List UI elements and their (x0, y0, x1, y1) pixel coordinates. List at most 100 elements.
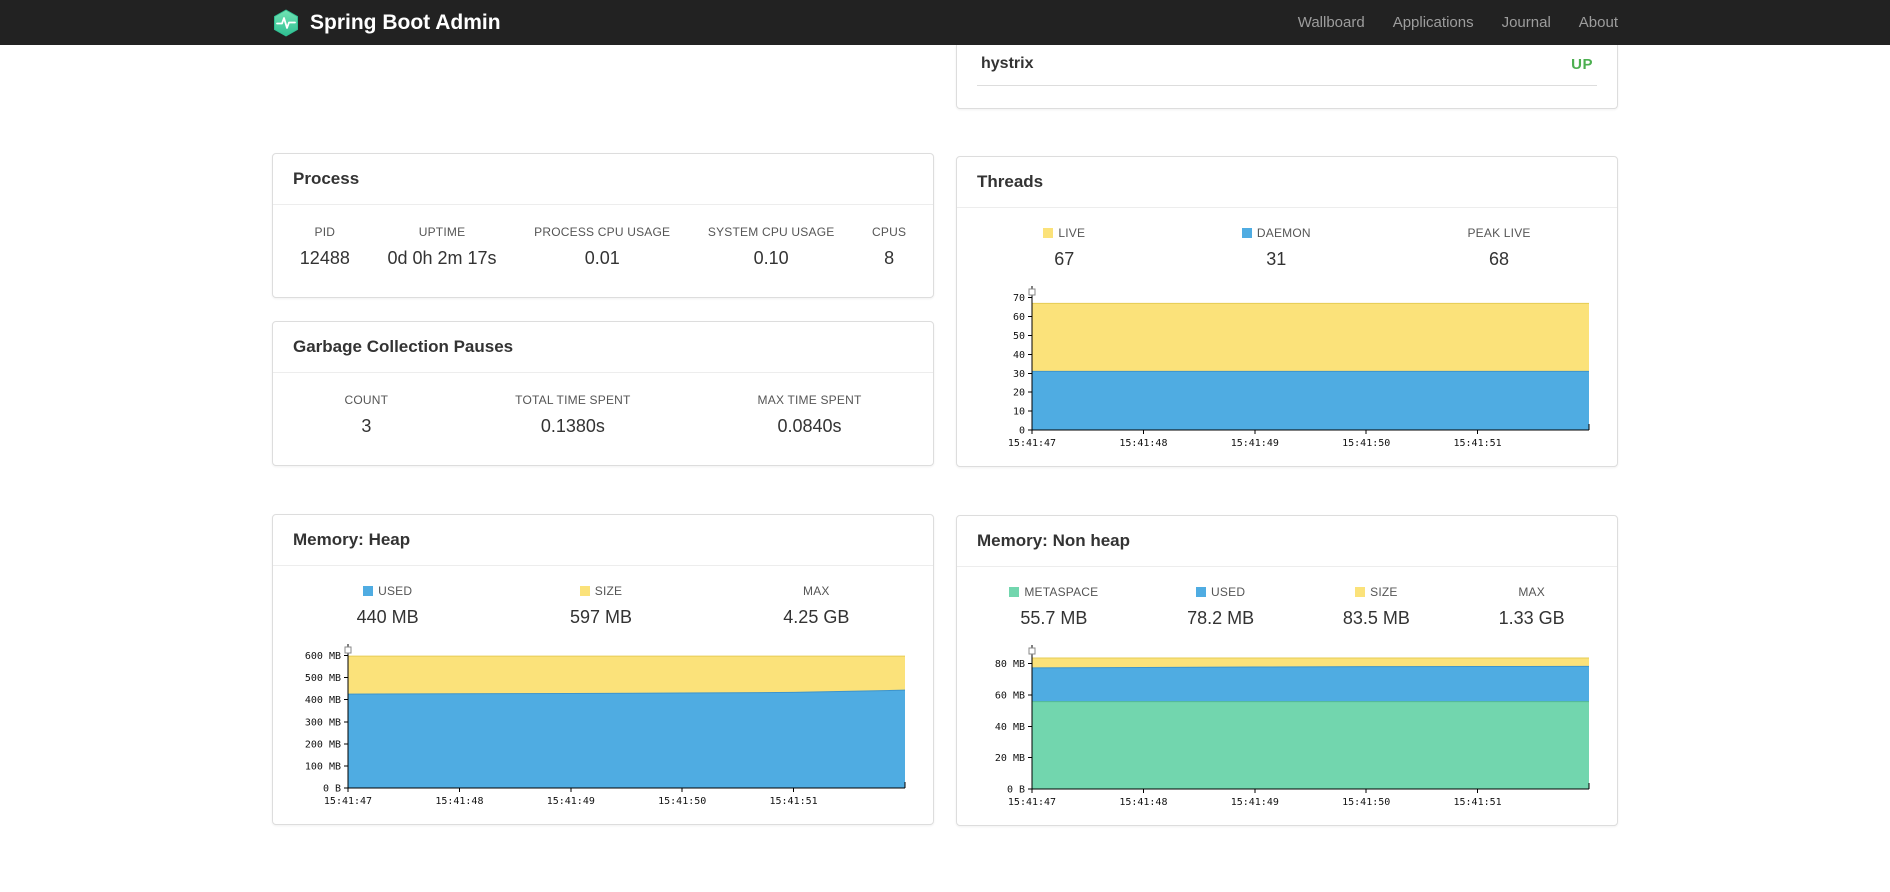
memory-nonheap-legend: METASPACE 55.7 MB USED 78.2 MB SIZE 83.5… (957, 567, 1617, 639)
memory-nonheap-card: Memory: Non heap METASPACE 55.7 MB USED … (956, 515, 1618, 826)
stat-system-cpu-usage: SYSTEM CPU USAGE 0.10 (708, 225, 835, 269)
legend-swatch-blue (1241, 228, 1252, 238)
nav-applications[interactable]: Applications (1393, 0, 1474, 45)
legend-nonheap-used: USED 78.2 MB (1187, 585, 1254, 629)
stat-label: UPTIME (418, 225, 466, 239)
stat-gc-max-time: MAX TIME SPENT 0.0840s (758, 393, 862, 437)
nav-wallboard[interactable]: Wallboard (1298, 0, 1365, 45)
legend-heap-used: USED 440 MB (357, 584, 419, 628)
svg-text:500 MB: 500 MB (305, 673, 341, 684)
svg-text:15:41:48: 15:41:48 (435, 796, 483, 807)
svg-text:15:41:51: 15:41:51 (770, 796, 818, 807)
svg-text:300 MB: 300 MB (305, 717, 341, 728)
legend-value: 31 (1266, 249, 1287, 269)
main-nav: Wallboard Applications Journal About (1298, 0, 1618, 45)
stat-value: 12488 (299, 248, 350, 268)
svg-text:15:41:47: 15:41:47 (1008, 438, 1056, 449)
svg-text:0 B: 0 B (323, 784, 341, 795)
legend-label: PEAK LIVE (1467, 226, 1531, 240)
svg-text:80 MB: 80 MB (995, 659, 1025, 670)
svg-text:70: 70 (1013, 293, 1025, 304)
stat-label: MAX TIME SPENT (757, 393, 862, 407)
nav-journal[interactable]: Journal (1502, 0, 1551, 45)
memory-heap-chart: 0 B 100 MB 200 MB 300 MB 400 MB 500 MB 600 MB 1… (273, 638, 933, 824)
svg-text:15:41:51: 15:41:51 (1454, 438, 1502, 449)
legend-swatch-yellow (579, 586, 590, 596)
svg-text:15:41:47: 15:41:47 (1008, 797, 1056, 808)
legend-swatch-blue (1196, 587, 1207, 597)
legend-value: 83.5 MB (1342, 608, 1410, 628)
svg-text:15:41:48: 15:41:48 (1119, 797, 1167, 808)
health-status-badge: UP (1571, 55, 1593, 73)
process-stats: PID 12488 UPTIME 0d 0h 2m 17s PROCESS CP… (273, 205, 933, 297)
legend-swatch-blue (363, 586, 374, 596)
stat-label: CPUS (872, 225, 907, 239)
threads-card-title: Threads (957, 157, 1617, 208)
legend-label: METASPACE (1024, 585, 1099, 599)
memory-heap-card: Memory: Heap USED 440 MB SIZE 597 MB MAX… (272, 514, 934, 825)
process-card-title: Process (273, 154, 933, 205)
legend-nonheap-size: SIZE 83.5 MB (1343, 585, 1410, 629)
legend-swatch-yellow (1355, 587, 1366, 597)
svg-text:15:41:49: 15:41:49 (1231, 797, 1279, 808)
stat-label: COUNT (344, 393, 389, 407)
stat-label: PID (314, 225, 336, 239)
legend-label: MAX (803, 584, 830, 598)
stat-pid: PID 12488 (300, 225, 350, 269)
nav-about[interactable]: About (1579, 0, 1618, 45)
legend-value: 1.33 GB (1498, 608, 1565, 628)
memory-heap-legend: USED 440 MB SIZE 597 MB MAX 4.25 GB (273, 566, 933, 638)
memory-nonheap-chart: 0 B 20 MB 40 MB 60 MB 80 MB 15:41:47 15:41:48 1… (957, 639, 1617, 825)
stat-value: 0.01 (584, 248, 620, 268)
legend-nonheap-max: MAX 1.33 GB (1499, 585, 1565, 629)
stat-process-cpu-usage: PROCESS CPU USAGE 0.01 (534, 225, 670, 269)
legend-label: SIZE (1370, 585, 1398, 599)
svg-text:60: 60 (1013, 312, 1025, 323)
legend-label: SIZE (594, 584, 623, 598)
memory-heap-card-title: Memory: Heap (273, 515, 933, 566)
svg-text:20: 20 (1013, 388, 1025, 399)
gc-stats: COUNT 3 TOTAL TIME SPENT 0.1380s MAX TIM… (273, 373, 933, 465)
svg-text:100 MB: 100 MB (305, 761, 341, 772)
legend-value: 4.25 GB (783, 607, 850, 627)
threads-chart: 0 10 20 30 40 50 60 70 15:41:47 15:41:48 15:41:49 1… (957, 280, 1617, 466)
svg-text:40 MB: 40 MB (995, 722, 1025, 733)
memory-nonheap-card-title: Memory: Non heap (957, 516, 1617, 567)
health-indicator-name: hystrix (981, 55, 1034, 72)
gc-card-title: Garbage Collection Pauses (273, 322, 933, 373)
brand-title: Spring Boot Admin (310, 10, 501, 34)
stat-value: 0d 0h 2m 17s (387, 248, 497, 268)
right-column: hystrix UP Threads LIVE 67 DAEMON 31 PEA… (956, 45, 1618, 826)
stat-value: 0.10 (753, 248, 789, 268)
legend-threads-daemon: DAEMON 31 (1241, 226, 1311, 270)
svg-text:600 MB: 600 MB (305, 651, 341, 662)
details-page: Process PID 12488 UPTIME 0d 0h 2m 17s PR… (272, 45, 1618, 826)
legend-threads-live: LIVE 67 (1043, 226, 1085, 270)
svg-text:15:41:50: 15:41:50 (658, 796, 706, 807)
svg-text:60 MB: 60 MB (995, 690, 1025, 701)
legend-swatch-yellow (1043, 228, 1054, 238)
stat-label: TOTAL TIME SPENT (515, 393, 631, 407)
spring-boot-admin-logo-icon (272, 9, 300, 37)
legend-heap-size: SIZE 597 MB (570, 584, 632, 628)
svg-text:15:41:51: 15:41:51 (1454, 797, 1502, 808)
threads-card: Threads LIVE 67 DAEMON 31 PEAK LIVE 68 0… (956, 156, 1618, 467)
health-card-partial: hystrix UP (956, 45, 1618, 109)
svg-text:10: 10 (1013, 407, 1025, 418)
stat-value: 0.0840s (777, 416, 842, 436)
stat-value: 8 (884, 248, 895, 268)
svg-text:50: 50 (1013, 331, 1025, 342)
legend-value: 67 (1054, 249, 1075, 269)
svg-text:400 MB: 400 MB (305, 695, 341, 706)
legend-value: 68 (1489, 249, 1510, 269)
brand-link[interactable]: Spring Boot Admin (272, 9, 501, 37)
svg-text:15:41:49: 15:41:49 (547, 796, 595, 807)
stat-label: PROCESS CPU USAGE (534, 225, 671, 239)
svg-text:200 MB: 200 MB (305, 739, 341, 750)
svg-text:15:41:49: 15:41:49 (1231, 438, 1279, 449)
stat-value: 0.1380s (540, 416, 605, 436)
legend-value: 440 MB (356, 607, 419, 627)
process-card: Process PID 12488 UPTIME 0d 0h 2m 17s PR… (272, 153, 934, 298)
svg-text:15:41:50: 15:41:50 (1342, 438, 1390, 449)
stat-gc-total-time: TOTAL TIME SPENT 0.1380s (515, 393, 630, 437)
